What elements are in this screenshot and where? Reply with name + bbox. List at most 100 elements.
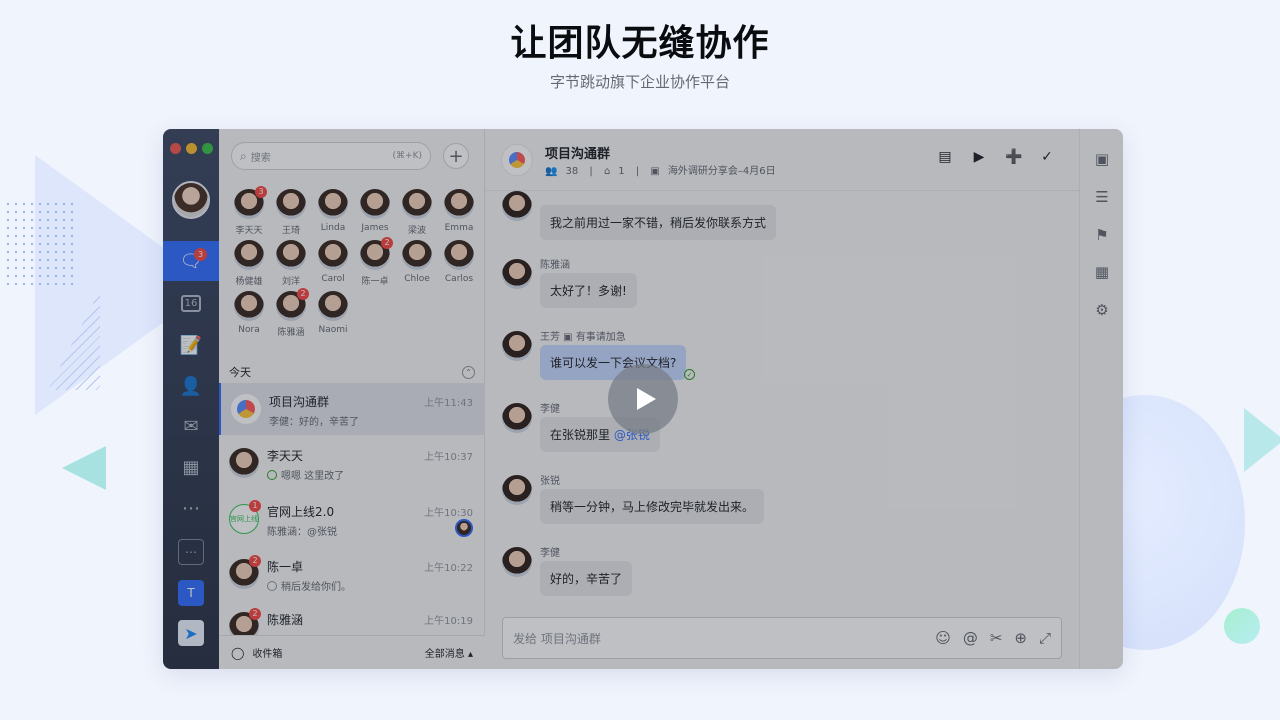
message-text: 在张锐那里 — [550, 428, 614, 442]
contact-item[interactable]: Linda — [311, 189, 355, 237]
nav-more[interactable]: ⋯ — [163, 488, 219, 528]
pin-icon[interactable]: ⚑ — [1092, 225, 1112, 245]
t-app-button[interactable]: T — [178, 580, 204, 606]
section-label: 今天 — [229, 366, 251, 379]
contact-item[interactable]: Nora — [227, 291, 271, 339]
conversation-item[interactable]: 官网上线 1 官网上线2.0 上午10:30 陈雅涵：@张锐 — [219, 493, 485, 545]
nav-contacts[interactable]: 👤 — [163, 366, 219, 406]
nav-workplace[interactable]: ▦ — [163, 447, 219, 487]
announcement-icon[interactable]: ▤ — [937, 149, 953, 165]
contact-name: 梁波 — [407, 226, 426, 236]
avatar[interactable] — [502, 475, 532, 505]
contact-item[interactable]: 2 陈雅涵 — [269, 288, 313, 339]
video-play-button[interactable] — [608, 364, 678, 434]
workplace-icon: ▦ — [182, 456, 200, 478]
message-sender: 李健 — [540, 404, 560, 415]
plus-icon[interactable]: ⊕ — [1014, 629, 1027, 647]
add-button[interactable]: + — [443, 143, 469, 169]
contact-item[interactable]: 刘洋 — [269, 240, 313, 288]
avatar: 3 — [234, 186, 267, 219]
bot-count[interactable]: 1 — [618, 166, 624, 177]
contact-name: Chloe — [404, 274, 430, 284]
contact-item[interactable]: Naomi — [311, 291, 355, 339]
message-bubble[interactable]: 稍等一分钟，马上修改完毕就发出来。 — [540, 489, 765, 524]
search-history-icon[interactable]: ☰ — [1092, 187, 1112, 207]
pinned-event[interactable]: 海外调研分享会–4月6日 — [668, 166, 776, 177]
contact-item[interactable]: James — [353, 189, 397, 237]
avatar[interactable] — [502, 259, 532, 289]
calendar-settings-icon[interactable]: ▦ — [1092, 262, 1112, 282]
video-call-icon[interactable]: ▶ — [971, 149, 987, 165]
separator: | — [635, 166, 640, 177]
nav-calendar[interactable]: 16 — [163, 283, 219, 323]
window-minimize-button[interactable] — [186, 143, 197, 154]
avatar[interactable] — [502, 191, 532, 221]
scissors-icon[interactable]: ✂ — [990, 629, 1003, 647]
conversation-time: 上午10:37 — [424, 452, 473, 463]
unread-badge: 3 — [255, 186, 267, 198]
member-count[interactable]: 38 — [565, 166, 578, 177]
conversation-item[interactable]: 李天天 上午10:37 嗯嗯 这里改了 — [219, 437, 485, 489]
preview-text: 嗯嗯 这里改了 — [281, 471, 345, 482]
briefcase-icon[interactable]: ▣ — [1092, 149, 1112, 169]
header-actions: ▤ ▶ ➕ ✓ — [937, 149, 1055, 165]
expand-icon[interactable]: ⤢ — [1039, 629, 1051, 647]
list-footer: ◯ 收件箱 全部消息 ▴ — [219, 635, 485, 669]
feishu-app-button[interactable]: ➤ — [178, 620, 204, 646]
nav-messages[interactable]: 🗨 3 — [163, 241, 219, 281]
nav-docs[interactable]: 📝 — [163, 325, 219, 365]
avatar — [318, 189, 348, 219]
contact-item[interactable]: Emma — [437, 189, 481, 237]
avatar[interactable] — [502, 403, 532, 433]
message-input[interactable]: 发给 项目沟通群 ☺ @ ✂ ⊕ ⤢ — [502, 617, 1062, 659]
contact-item[interactable]: 梁波 — [395, 189, 439, 237]
window-maximize-button[interactable] — [202, 143, 213, 154]
section-header-today: 今天 ⌃ — [219, 361, 485, 383]
avatar[interactable] — [502, 331, 532, 361]
conversation-item[interactable]: 2 陈一卓 上午10:22 稍后发给你们。 — [219, 548, 485, 600]
unread-badge: 2 — [249, 608, 261, 620]
contact-item[interactable]: 王琦 — [269, 189, 313, 237]
user-avatar[interactable] — [172, 181, 210, 219]
check-icon[interactable]: ✓ — [1039, 149, 1055, 165]
avatar — [234, 291, 264, 321]
contact-name: 陈一卓 — [361, 277, 389, 287]
avatar — [234, 240, 264, 270]
read-receipt-icon: ✓ — [684, 369, 695, 380]
nav-mail[interactable]: ✉ — [163, 406, 219, 446]
conversation-preview: 嗯嗯 这里改了 — [267, 467, 344, 482]
unread-badge: 2 — [249, 555, 261, 567]
inbox-link[interactable]: 收件箱 — [252, 645, 282, 660]
conversation-item[interactable]: 项目沟通群 上午11:43 李健：好的，辛苦了 — [219, 383, 485, 435]
chat-title[interactable]: 项目沟通群 — [545, 143, 610, 162]
search-icon: ⌕ — [240, 148, 247, 163]
contact-item[interactable]: Carol — [311, 240, 355, 288]
avatar[interactable] — [502, 547, 532, 577]
contact-item[interactable]: Carlos — [437, 240, 481, 288]
mention-avatar — [455, 519, 473, 537]
window-close-button[interactable] — [170, 143, 181, 154]
hero-title: 让团队无缝协作 — [510, 23, 770, 64]
contact-item[interactable]: 杨健雄 — [227, 240, 271, 288]
message-bubble[interactable]: 我之前用过一家不错，稍后发你联系方式 — [540, 205, 777, 240]
contact-name: Emma — [444, 223, 474, 233]
gear-icon[interactable]: ⚙ — [1092, 300, 1112, 320]
contact-name: 王琦 — [281, 226, 300, 236]
more-apps-button[interactable]: ⋯ — [178, 539, 204, 565]
message-bubble[interactable]: 太好了！多谢! — [540, 273, 637, 308]
emoji-icon[interactable]: ☺ — [935, 629, 951, 647]
message-sender: 王芳 ▣ 有事请加急 — [540, 332, 626, 343]
contact-item[interactable]: Chloe — [395, 240, 439, 288]
search-input[interactable]: ⌕ 搜索 (⌘+K) — [231, 142, 431, 170]
mention-icon[interactable]: @ — [963, 629, 978, 647]
avatar — [402, 189, 432, 219]
avatar: 2 — [276, 288, 309, 321]
chevron-up-icon[interactable]: ⌃ — [462, 365, 475, 379]
hero-subtitle: 字节跳动旗下企业协作平台 — [549, 73, 730, 91]
message-filter-dropdown[interactable]: 全部消息 ▴ — [425, 645, 473, 660]
add-member-icon[interactable]: ➕ — [1005, 149, 1022, 165]
contact-item[interactable]: 3 李天天 — [227, 186, 271, 237]
contact-item[interactable]: 2 陈一卓 — [353, 237, 397, 288]
message-bubble[interactable]: 好的，辛苦了 — [540, 561, 633, 596]
conversation-time: 上午10:30 — [424, 508, 473, 519]
